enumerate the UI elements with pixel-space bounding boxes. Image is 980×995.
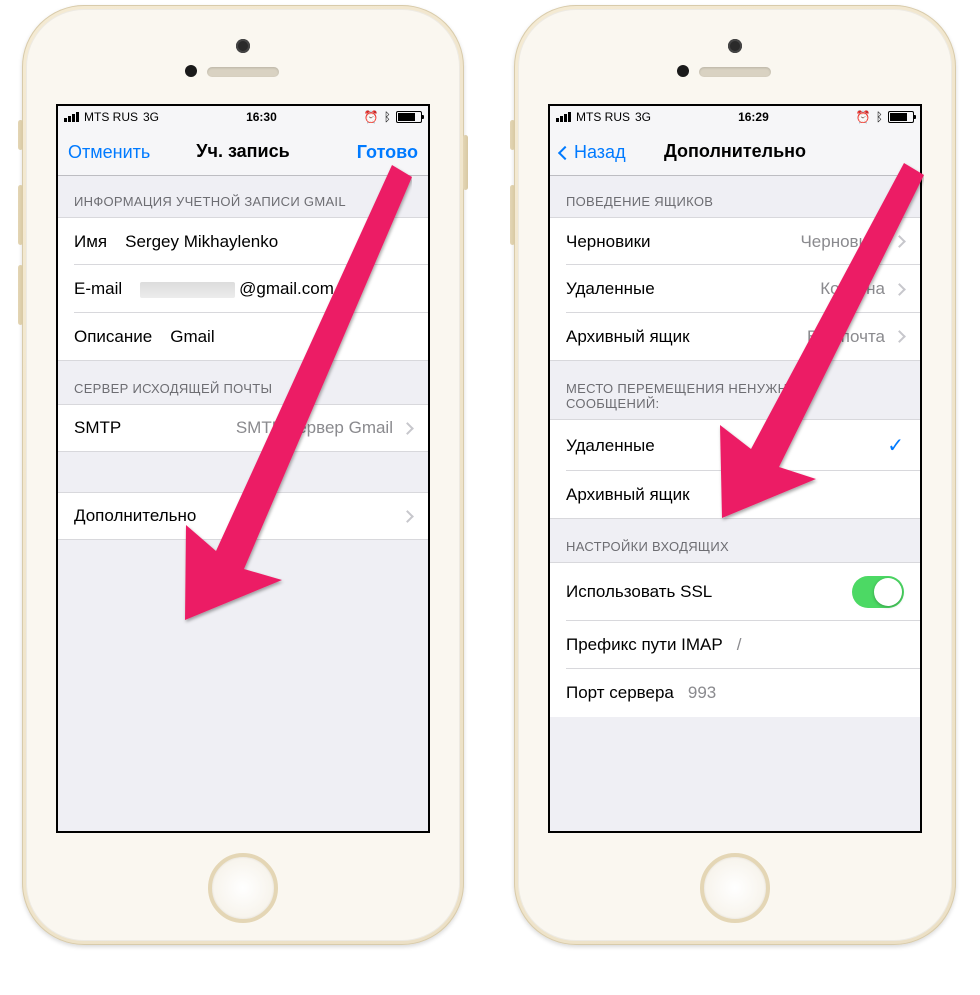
description-value: Gmail — [152, 327, 412, 347]
carrier-label: MTS RUS — [84, 110, 138, 124]
chevron-right-icon — [401, 422, 414, 435]
signal-icon — [556, 112, 571, 122]
option-archive-label: Архивный ящик — [566, 485, 690, 505]
cancel-button[interactable]: Отменить — [58, 128, 160, 176]
content-left[interactable]: ИНФОРМАЦИЯ УЧЕТНОЙ ЗАПИСИ GMAIL Имя Serg… — [58, 176, 428, 831]
phone-left: MTS RUS 3G 16:30 ⏰ ᛒ Отменить Уч. запись… — [22, 5, 464, 945]
deleted-value: Корзина — [655, 279, 885, 299]
earpiece — [207, 67, 279, 77]
option-archive[interactable]: Архивный ящик — [550, 471, 920, 519]
power-button — [463, 135, 468, 190]
name-value: Sergey Mikhaylenko — [107, 232, 412, 252]
advanced-label: Дополнительно — [74, 506, 196, 526]
ssl-toggle[interactable] — [852, 576, 904, 608]
section-header-account-info: ИНФОРМАЦИЯ УЧЕТНОЙ ЗАПИСИ GMAIL — [58, 176, 428, 217]
alarm-icon: ⏰ — [856, 110, 871, 124]
option-deleted[interactable]: Удаленные ✓ — [550, 419, 920, 471]
nav-bar: Отменить Уч. запись Готово — [58, 128, 428, 176]
smtp-label: SMTP — [74, 418, 121, 438]
clock: 16:30 — [246, 110, 277, 124]
status-bar: MTS RUS 3G 16:30 ⏰ ᛒ — [58, 106, 428, 128]
chevron-right-icon — [401, 510, 414, 523]
cell-drafts[interactable]: Черновики Черновики — [550, 217, 920, 265]
content-right[interactable]: ПОВЕДЕНИЕ ЯЩИКОВ Черновики Черновики Уда… — [550, 176, 920, 831]
cell-deleted[interactable]: Удаленные Корзина — [550, 265, 920, 313]
deleted-label: Удаленные — [566, 279, 655, 299]
alarm-icon: ⏰ — [364, 110, 379, 124]
screen-right: MTS RUS 3G 16:29 ⏰ ᛒ Назад Дополнительно… — [548, 104, 922, 833]
checkmark-icon: ✓ — [887, 433, 904, 458]
earpiece — [699, 67, 771, 77]
cell-archive[interactable]: Архивный ящик Вся почта — [550, 313, 920, 361]
imap-prefix-label: Префикс пути IMAP — [566, 635, 723, 655]
nav-bar: Назад Дополнительно — [550, 128, 920, 176]
chevron-right-icon — [893, 283, 906, 296]
home-button[interactable] — [700, 853, 770, 923]
chevron-right-icon — [893, 235, 906, 248]
drafts-label: Черновики — [566, 232, 651, 252]
clock: 16:29 — [738, 110, 769, 124]
ssl-label: Использовать SSL — [566, 582, 712, 602]
carrier-label: MTS RUS — [576, 110, 630, 124]
volume-up — [510, 185, 515, 245]
sensor — [185, 65, 197, 77]
port-value: 993 — [674, 683, 904, 703]
cell-email[interactable]: E-mail @gmail.com — [58, 265, 428, 313]
cell-ssl[interactable]: Использовать SSL — [550, 562, 920, 621]
battery-icon — [396, 111, 422, 123]
archive-label: Архивный ящик — [566, 327, 690, 347]
status-bar: MTS RUS 3G 16:29 ⏰ ᛒ — [550, 106, 920, 128]
section-header-move-discarded: МЕСТО ПЕРЕМЕЩЕНИЯ НЕНУЖНЫХ СООБЩЕНИЙ: — [550, 361, 920, 419]
phone-right: MTS RUS 3G 16:29 ⏰ ᛒ Назад Дополнительно… — [514, 5, 956, 945]
redacted — [140, 282, 235, 298]
email-value: @gmail.com — [122, 279, 412, 299]
chevron-right-icon — [893, 330, 906, 343]
volume-up — [18, 185, 23, 245]
volume-down — [18, 265, 23, 325]
network-label: 3G — [635, 110, 651, 124]
description-label: Описание — [74, 327, 152, 347]
sensor — [677, 65, 689, 77]
section-header-mailbox-behavior: ПОВЕДЕНИЕ ЯЩИКОВ — [550, 176, 920, 217]
chevron-left-icon — [558, 145, 572, 159]
name-label: Имя — [74, 232, 107, 252]
imap-prefix-value: / — [723, 635, 904, 655]
back-button[interactable]: Назад — [550, 128, 636, 176]
cell-name[interactable]: Имя Sergey Mikhaylenko — [58, 217, 428, 265]
cell-imap-prefix[interactable]: Префикс пути IMAP / — [550, 621, 920, 669]
drafts-value: Черновики — [651, 232, 885, 252]
network-label: 3G — [143, 110, 159, 124]
mute-switch — [18, 120, 23, 150]
nav-title: Уч. запись — [196, 141, 289, 162]
done-button[interactable]: Готово — [347, 128, 428, 176]
port-label: Порт сервера — [566, 683, 674, 703]
email-label: E-mail — [74, 279, 122, 299]
signal-icon — [64, 112, 79, 122]
cell-advanced[interactable]: Дополнительно — [58, 492, 428, 540]
cell-description[interactable]: Описание Gmail — [58, 313, 428, 361]
cell-smtp[interactable]: SMTP SMTP-сервер Gmail — [58, 404, 428, 452]
bluetooth-icon: ᛒ — [384, 110, 391, 124]
option-deleted-label: Удаленные — [566, 436, 655, 456]
mute-switch — [510, 120, 515, 150]
screen-left: MTS RUS 3G 16:30 ⏰ ᛒ Отменить Уч. запись… — [56, 104, 430, 833]
bluetooth-icon: ᛒ — [876, 110, 883, 124]
smtp-value: SMTP-сервер Gmail — [121, 418, 393, 438]
front-camera — [728, 39, 742, 53]
section-header-incoming: НАСТРОЙКИ ВХОДЯЩИХ — [550, 519, 920, 562]
archive-value: Вся почта — [690, 327, 885, 347]
battery-icon — [888, 111, 914, 123]
section-header-outgoing: СЕРВЕР ИСХОДЯЩЕЙ ПОЧТЫ — [58, 361, 428, 404]
front-camera — [236, 39, 250, 53]
cell-server-port[interactable]: Порт сервера 993 — [550, 669, 920, 717]
nav-title: Дополнительно — [664, 141, 806, 162]
home-button[interactable] — [208, 853, 278, 923]
